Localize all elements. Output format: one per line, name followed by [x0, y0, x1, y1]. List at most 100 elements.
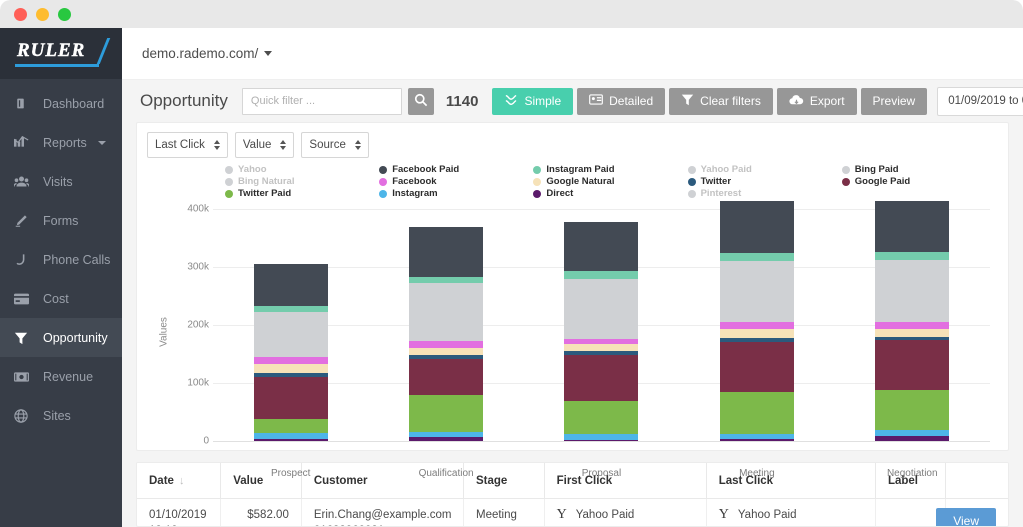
dimension-select[interactable]: Source	[301, 132, 368, 158]
bar-segment[interactable]	[875, 201, 949, 252]
bar-segment[interactable]	[875, 322, 949, 329]
legend-item[interactable]: Facebook	[379, 176, 529, 187]
stepper-icon	[355, 140, 361, 150]
table-column-header[interactable]: Date↓	[137, 463, 221, 499]
bar-segment[interactable]	[254, 357, 328, 364]
yahoo-icon: Y	[719, 508, 729, 522]
bar-segment[interactable]	[564, 401, 638, 434]
bar-segment[interactable]	[564, 271, 638, 279]
bar-segment[interactable]	[409, 395, 483, 432]
cloud-download-icon	[789, 94, 804, 109]
search-button[interactable]	[408, 88, 434, 115]
legend-item[interactable]: Facebook Paid	[379, 164, 529, 175]
window-maximize-button[interactable]	[58, 8, 71, 21]
legend-item[interactable]: Pinterest	[688, 188, 838, 199]
sidebar-item-revenue[interactable]: Revenue	[0, 357, 122, 396]
sidebar-item-opportunity[interactable]: Opportunity	[0, 318, 122, 357]
stacked-bar[interactable]	[875, 201, 949, 441]
sidebar: RULER Dashboard Reports	[0, 28, 122, 527]
legend-item[interactable]: Direct	[533, 188, 683, 199]
sidebar-item-cost[interactable]: Cost	[0, 279, 122, 318]
legend-item[interactable]: Yahoo	[225, 164, 375, 175]
bar-segment[interactable]	[409, 283, 483, 341]
table-row[interactable]: 01/10/201912:19$582.00Erin.Chang@example…	[137, 499, 1008, 527]
attribution-model-select[interactable]: Last Click	[147, 132, 228, 158]
bar-segment[interactable]	[720, 253, 794, 261]
bar-segment[interactable]	[254, 377, 328, 419]
sidebar-item-reports[interactable]: Reports	[0, 123, 122, 162]
bar-segment[interactable]	[564, 355, 638, 401]
search-icon	[414, 93, 428, 110]
bar-segment[interactable]	[720, 392, 794, 434]
preview-button[interactable]: Preview	[861, 88, 928, 115]
legend-swatch-icon	[225, 190, 233, 198]
bar-segment[interactable]	[720, 261, 794, 322]
stacked-bar[interactable]	[564, 201, 638, 441]
bar-segment[interactable]	[409, 348, 483, 356]
view-button[interactable]: View	[936, 508, 996, 527]
credit-card-icon	[14, 293, 36, 305]
stacked-bar[interactable]	[720, 201, 794, 441]
bar-segment[interactable]	[875, 390, 949, 430]
bar-segment[interactable]	[720, 329, 794, 338]
legend-item[interactable]: Bing Paid	[842, 164, 992, 175]
bar-segment[interactable]	[875, 329, 949, 337]
bar-segment[interactable]	[720, 201, 794, 253]
sidebar-item-phone-calls[interactable]: Phone Calls	[0, 240, 122, 279]
window-close-button[interactable]	[14, 8, 27, 21]
chevron-down-icon[interactable]	[98, 141, 106, 145]
toolbar: Opportunity 1140 Simple	[122, 80, 1023, 122]
window-minimize-button[interactable]	[36, 8, 49, 21]
bar-segment[interactable]	[720, 342, 794, 392]
bar-segment[interactable]	[564, 440, 638, 441]
bar-segment[interactable]	[564, 222, 638, 271]
detailed-view-button[interactable]: Detailed	[577, 88, 665, 115]
site-selector[interactable]: demo.rademo.com/	[142, 46, 272, 61]
clear-filters-button[interactable]: Clear filters	[669, 88, 773, 115]
bar-segment[interactable]	[564, 279, 638, 339]
stacked-bar[interactable]	[254, 201, 328, 441]
export-button[interactable]: Export	[777, 88, 857, 115]
metric-select[interactable]: Value	[235, 132, 295, 158]
legend-item[interactable]: Instagram	[379, 188, 529, 199]
legend-item[interactable]: Instagram Paid	[533, 164, 683, 175]
legend-item[interactable]: Google Paid	[842, 176, 992, 187]
legend-swatch-icon	[688, 190, 696, 198]
bar-segment[interactable]	[254, 312, 328, 357]
bar-segment[interactable]	[254, 439, 328, 441]
date-range-picker[interactable]: 01/09/2019 to 01/10/2019	[937, 87, 1023, 116]
clear-filters-label: Clear filters	[700, 94, 761, 108]
bar-segment[interactable]	[875, 340, 949, 390]
legend-item[interactable]: Bing Natural	[225, 176, 375, 187]
bar-segment[interactable]	[875, 260, 949, 323]
bar-segment[interactable]	[254, 419, 328, 434]
bar-segment[interactable]	[254, 264, 328, 306]
bar-segment[interactable]	[409, 437, 483, 441]
sidebar-item-sites[interactable]: Sites	[0, 396, 122, 435]
legend-item[interactable]: Twitter Paid	[225, 188, 375, 199]
bar-segment[interactable]	[720, 322, 794, 329]
brand-logo[interactable]: RULER	[0, 28, 122, 79]
stepper-icon	[280, 140, 286, 150]
bar-segment[interactable]	[254, 364, 328, 373]
legend-item[interactable]: Google Natural	[533, 176, 683, 187]
sort-arrow-icon[interactable]: ↓	[179, 475, 185, 487]
bar-segment[interactable]	[875, 436, 949, 441]
stacked-bar[interactable]	[409, 201, 483, 441]
sidebar-item-dashboard[interactable]: Dashboard	[0, 84, 122, 123]
date-value: 01/10/2019	[149, 508, 208, 524]
bar-segment[interactable]	[409, 227, 483, 277]
simple-view-button[interactable]: Simple	[492, 88, 573, 115]
legend-label: Twitter	[701, 176, 731, 187]
y-axis-tick-label: 300k	[165, 262, 209, 273]
sidebar-item-visits[interactable]: Visits	[0, 162, 122, 201]
bar-segment[interactable]	[720, 439, 794, 441]
sidebar-item-forms[interactable]: Forms	[0, 201, 122, 240]
bar-segment[interactable]	[875, 252, 949, 259]
brand-underline-icon	[15, 64, 99, 67]
brand-slash-icon	[97, 38, 111, 64]
search-input[interactable]	[242, 88, 402, 115]
legend-item[interactable]: Yahoo Paid	[688, 164, 838, 175]
legend-item[interactable]: Twitter	[688, 176, 838, 187]
bar-segment[interactable]	[409, 359, 483, 395]
